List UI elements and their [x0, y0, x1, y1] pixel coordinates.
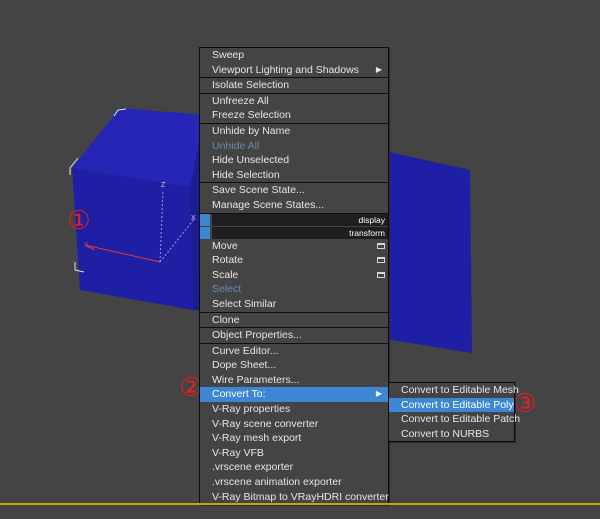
- menu-item-sweep[interactable]: Sweep: [200, 48, 388, 63]
- menu-item-save-scene-state[interactable]: Save Scene State...: [200, 183, 388, 198]
- submenu-item-editable-patch[interactable]: Convert to Editable Patch: [389, 412, 520, 427]
- quad-header-transform[interactable]: transform: [200, 226, 388, 239]
- menu-item-vrscene-animation-exporter[interactable]: .vrscene animation exporter: [200, 475, 388, 490]
- settings-box-icon[interactable]: [377, 242, 385, 249]
- annotation-1: ①: [67, 206, 91, 236]
- gizmo-y-label: Y: [84, 242, 89, 249]
- menu-item-hide-unselected[interactable]: Hide Unselected: [200, 153, 388, 168]
- submenu-item-editable-poly[interactable]: Convert to Editable Poly: [389, 397, 514, 413]
- menu-item-vray-properties[interactable]: V-Ray properties: [200, 402, 388, 417]
- menu-item-manage-scene-states[interactable]: Manage Scene States...: [200, 198, 388, 213]
- quad-switch-transform[interactable]: [200, 226, 210, 239]
- settings-box-icon[interactable]: [377, 271, 385, 278]
- menu-item-move[interactable]: Move: [200, 239, 388, 254]
- menu-item-select: Select: [212, 283, 242, 296]
- menu-item-vrscene-exporter[interactable]: .vrscene exporter: [200, 460, 388, 475]
- menu-item-label: Viewport Lighting and Shadows: [212, 63, 359, 76]
- menu-item-select-similar[interactable]: Select Similar: [200, 297, 388, 312]
- quad-header-display-label: display: [358, 214, 385, 225]
- menu-item-curve-editor[interactable]: Curve Editor...: [200, 344, 388, 359]
- submenu-arrow-icon: ▶: [375, 64, 382, 74]
- convert-to-submenu: Convert to Editable Mesh Convert to Edit…: [388, 382, 520, 443]
- menu-item-isolate-selection[interactable]: Isolate Selection: [200, 78, 388, 93]
- menu-item-freeze-selection[interactable]: Freeze Selection: [200, 108, 388, 123]
- submenu-item-nurbs[interactable]: Convert to NURBS: [389, 427, 514, 442]
- menu-item-hide-selection[interactable]: Hide Selection: [200, 168, 388, 183]
- settings-box-icon[interactable]: [377, 257, 385, 264]
- quad-header-display[interactable]: display: [200, 213, 388, 226]
- gizmo-z-label: Z: [161, 182, 166, 189]
- menu-item-vray-mesh-export[interactable]: V-Ray mesh export: [200, 431, 388, 446]
- quad-switch-display[interactable]: [200, 213, 210, 226]
- menu-item-rotate[interactable]: Rotate: [200, 253, 388, 268]
- menu-item-clone[interactable]: Clone: [200, 313, 388, 328]
- box-right-front[interactable]: [380, 150, 472, 353]
- submenu-item-editable-mesh[interactable]: Convert to Editable Mesh: [389, 383, 519, 398]
- menu-item-label: Convert To:: [212, 388, 266, 401]
- viewport-active-border: [0, 503, 600, 505]
- menu-item-label: Scale: [212, 268, 239, 281]
- menu-item-unhide-by-name[interactable]: Unhide by Name: [200, 124, 388, 139]
- gizmo-x-label: X: [191, 215, 196, 222]
- viewport[interactable]: Z X Y ① ② ③ Sweep Viewport Lighting and …: [0, 0, 600, 519]
- menu-item-viewport-lighting[interactable]: Viewport Lighting and Shadows ▶: [200, 63, 388, 78]
- menu-item-scale[interactable]: Scale: [200, 268, 388, 283]
- menu-item-vray-scene-converter[interactable]: V-Ray scene converter: [200, 417, 388, 432]
- menu-item-dope-sheet[interactable]: Dope Sheet...: [200, 358, 388, 373]
- quad-menu: Sweep Viewport Lighting and Shadows ▶ Iso…: [199, 47, 389, 506]
- menu-item-wire-parameters[interactable]: Wire Parameters...: [200, 373, 388, 388]
- submenu-arrow-icon: ▶: [375, 389, 382, 399]
- box-left-front[interactable]: [72, 168, 193, 310]
- menu-item-vray-vfb[interactable]: V-Ray VFB: [200, 446, 388, 461]
- menu-item-unfreeze-all[interactable]: Unfreeze All: [200, 94, 388, 109]
- menu-item-convert-to[interactable]: Convert To: ▶: [200, 387, 388, 403]
- menu-item-label: Move: [212, 239, 238, 252]
- quad-header-transform-label: transform: [349, 227, 385, 238]
- menu-item-label: Rotate: [212, 254, 243, 267]
- menu-item-unhide-all: Unhide All: [212, 139, 260, 152]
- menu-item-object-properties[interactable]: Object Properties...: [200, 328, 388, 343]
